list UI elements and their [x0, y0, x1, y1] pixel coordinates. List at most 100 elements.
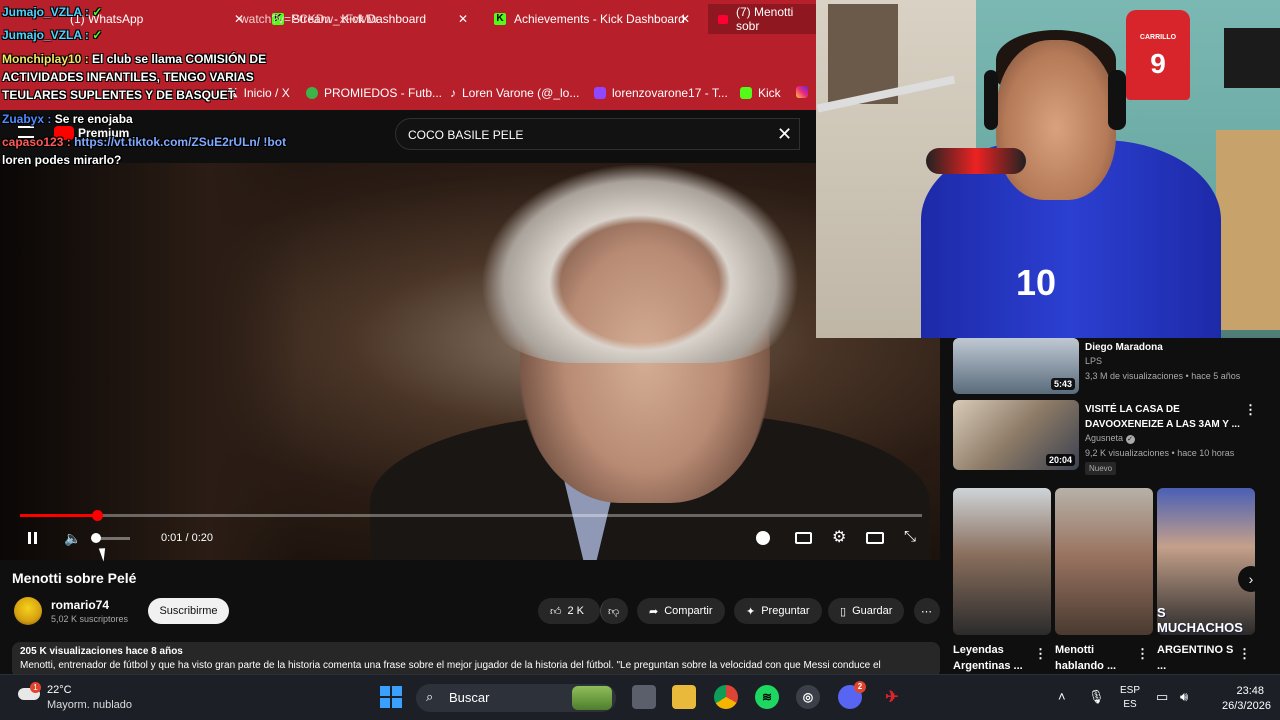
clock[interactable]: 23:48 26/3/2026	[1222, 684, 1271, 714]
video-player[interactable]	[0, 163, 940, 560]
volume-icon[interactable]: 🔈	[64, 530, 81, 547]
bookmark-tiktok[interactable]: ♪ Loren Varone (@_lo...	[450, 86, 579, 100]
tiktok-icon: ♪	[450, 86, 456, 100]
more-options-icon[interactable]: ⋮	[1034, 646, 1047, 662]
microphone-tray-icon[interactable]: 🎙︎	[1088, 689, 1105, 705]
chevron-right-icon[interactable]: ›	[1238, 566, 1264, 592]
microphone-icon	[926, 148, 1026, 174]
description-text: Menotti, entrenador de fútbol y que ha v…	[20, 660, 881, 671]
close-icon[interactable]: ✕	[680, 12, 690, 26]
recommendation-thumbnail[interactable]: 20:04	[953, 400, 1079, 470]
promiedos-icon	[306, 87, 318, 99]
subtitles-icon[interactable]	[795, 532, 812, 544]
tab-label: (7) Menotti sobr	[736, 5, 794, 33]
more-options-icon[interactable]: ⋮	[1244, 402, 1257, 418]
bookmark-label: Loren Varone (@_lo...	[462, 86, 580, 100]
video-duration: 5:43	[1050, 378, 1075, 390]
bookmark-twitch[interactable]: lorenzovarone17 - T...	[594, 86, 728, 100]
network-icon[interactable]: ▭	[1156, 689, 1168, 705]
video-frame-shadow	[0, 163, 300, 560]
tray-chevron-icon[interactable]: ˄	[1058, 689, 1066, 704]
close-icon[interactable]: ✕	[458, 12, 468, 26]
channel-avatar[interactable]	[14, 597, 42, 625]
clear-search-icon[interactable]: ✕	[777, 124, 792, 145]
short-title[interactable]: Menotti hablando ...	[1055, 642, 1139, 674]
more-actions-button[interactable]: ⋯	[914, 598, 940, 624]
weather-cloud-icon[interactable]: 1	[18, 682, 42, 704]
recommendation-thumbnail[interactable]: 5:43	[953, 338, 1079, 394]
tab-menotti-active[interactable]: (7) Menotti sobr	[708, 4, 816, 34]
description-box[interactable]: 205 K visualizaciones hace 8 años Menott…	[12, 642, 940, 678]
recommendation-title[interactable]: VISITÉ LA CASA DE DAVOOXENEIZE A LAS 3AM…	[1085, 402, 1245, 432]
recommendation-title[interactable]: Diego Maradona	[1085, 340, 1245, 355]
spotify-icon[interactable]: ≋	[755, 685, 779, 709]
share-icon: ➦	[649, 605, 659, 618]
progress-scrubber[interactable]	[92, 510, 103, 521]
discord-icon[interactable]: 2	[838, 681, 866, 709]
chat-message: TEULARES SUPLENTES Y DE BASQUET	[2, 88, 235, 102]
bookmark-instagram[interactable]	[796, 86, 808, 98]
weather-temp[interactable]: 22°C	[47, 684, 72, 696]
like-button[interactable]: 👍︎ 2 K	[538, 598, 600, 624]
short-title[interactable]: ARGENTINO S ...	[1157, 642, 1241, 674]
webcam-shelf	[1216, 130, 1280, 330]
dislike-button[interactable]: 👎︎	[600, 598, 628, 624]
instagram-icon	[796, 86, 808, 98]
weather-condition[interactable]: Mayorm. nublado	[47, 699, 132, 711]
taskbar-search[interactable]: ⌕ Buscar	[416, 684, 616, 712]
video-frame-hair	[480, 163, 800, 363]
share-button[interactable]: ➦ Compartir	[637, 598, 725, 624]
save-button[interactable]: ▯ Guardar	[828, 598, 905, 624]
kick-icon	[740, 87, 752, 99]
verified-icon: ✓	[1125, 435, 1135, 444]
obs-icon[interactable]: ◎	[796, 685, 820, 709]
search-input[interactable]: COCO BASILE PELE	[395, 118, 800, 150]
subscribe-button[interactable]: Suscribirme	[148, 598, 229, 624]
thumbs-down-icon: 👎︎	[608, 605, 620, 618]
theater-mode-icon[interactable]	[866, 532, 884, 544]
chat-message: loren podes mirarlo?	[2, 153, 122, 167]
youtube-icon	[718, 14, 728, 24]
webcam-shirt-number: 10	[1016, 262, 1057, 303]
recommendation-meta: 3,3 M de visualizaciones • hace 5 años	[1085, 371, 1241, 381]
fullscreen-icon[interactable]: ⤡	[904, 528, 916, 545]
settings-gear-icon[interactable]: ⚙	[832, 527, 846, 547]
short-thumbnail[interactable]: S MUCHACHOS	[1157, 488, 1255, 635]
task-view-icon[interactable]	[632, 685, 656, 709]
bookmark-promiedos[interactable]: PROMIEDOS - Futb...	[306, 86, 442, 100]
ask-button[interactable]: ✦ Preguntar	[734, 598, 822, 624]
file-explorer-icon[interactable]	[672, 685, 696, 709]
windows-start-icon[interactable]	[379, 685, 403, 709]
bookmark-x[interactable]: 𝕏 Inicio / X	[228, 86, 290, 100]
short-thumbnail[interactable]	[953, 488, 1051, 635]
short-title[interactable]: Leyendas Argentinas ...	[953, 642, 1037, 674]
short-thumbnail[interactable]	[1055, 488, 1153, 635]
tab-achievements[interactable]: K Achievements - Kick Dashboard ✕	[484, 4, 696, 34]
webcam-red-jersey: CARRILLO 9	[1126, 10, 1190, 100]
subscriber-count: 5,02 K suscriptores	[51, 614, 129, 624]
volume-tray-icon[interactable]: 🔊︎	[1180, 689, 1188, 705]
bookmark-kick[interactable]: Kick	[740, 86, 781, 100]
pause-button[interactable]	[28, 531, 37, 547]
autoplay-toggle[interactable]	[756, 531, 770, 545]
chat-message: capaso123 : https://vt.tiktok.com/ZSuE2r…	[2, 135, 287, 149]
kick-icon: K	[494, 13, 506, 25]
more-options-icon[interactable]: ⋮	[1238, 646, 1251, 662]
language-indicator[interactable]: ESP ES	[1120, 684, 1140, 712]
time-display: 0:01 / 0:20	[161, 532, 213, 544]
video-title: Menotti sobre Pelé	[12, 570, 137, 586]
recommendation-channel[interactable]: LPS	[1085, 356, 1102, 366]
headset-icon	[1108, 70, 1126, 130]
headset-icon	[984, 70, 998, 130]
chrome-icon[interactable]	[714, 685, 738, 709]
channel-name[interactable]: romario74	[51, 598, 109, 612]
bookmark-icon: ▯	[840, 605, 847, 618]
more-options-icon[interactable]: ⋮	[1136, 646, 1149, 662]
app-red-icon[interactable]: ✈	[880, 685, 904, 709]
recommendation-channel[interactable]: Agusneta ✓	[1085, 433, 1135, 444]
views-date: 205 K visualizaciones hace 8 años	[20, 646, 183, 657]
new-badge: Nuevo	[1085, 462, 1117, 475]
volume-knob[interactable]	[91, 533, 101, 543]
address-url[interactable]: watch?v=PCKDw_xFvMw	[240, 12, 378, 26]
progress-bar[interactable]	[20, 514, 922, 517]
